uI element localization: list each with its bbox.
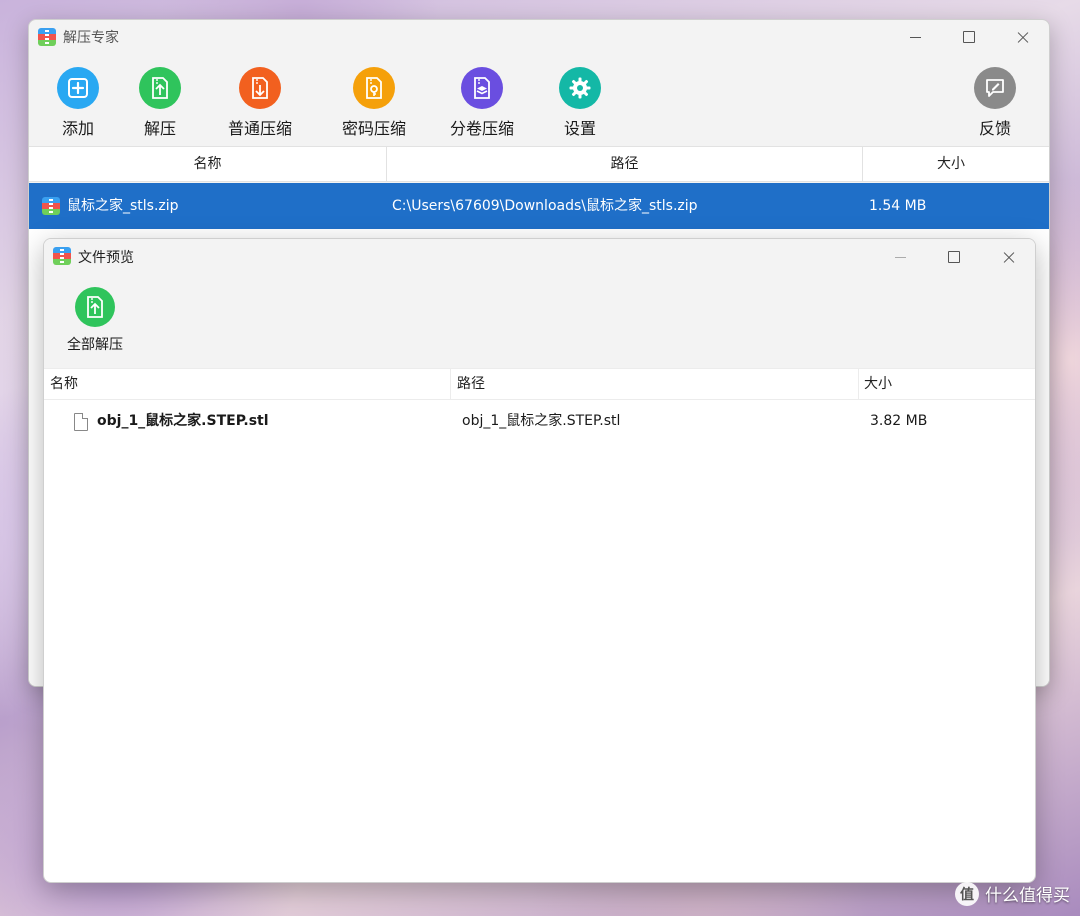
preview-titlebar[interactable]: 文件预览 — [44, 239, 1035, 275]
split-compress-label: 分卷压缩 — [450, 119, 515, 138]
extract-all-label: 全部解压 — [67, 337, 123, 353]
entry-name: obj_1_鼠标之家.STEP.stl — [97, 413, 269, 429]
feedback-button[interactable]: 反馈 — [974, 67, 1016, 139]
extract-all-button[interactable]: 全部解压 — [67, 287, 123, 354]
main-titlebar[interactable]: 解压专家 — [29, 20, 1049, 54]
entry-path: obj_1_鼠标之家.STEP.stl — [462, 413, 621, 429]
settings-button[interactable]: 设置 — [559, 67, 601, 139]
main-toolbar: 添加 解压 普通压缩 密码压缩 分卷压缩 设置 反馈 — [29, 54, 1049, 146]
maximize-button[interactable] — [946, 20, 992, 54]
file-icon — [74, 413, 88, 431]
password-compress-icon — [353, 67, 395, 109]
column-header-size[interactable]: 大小 — [864, 369, 892, 400]
main-table-header: 名称 路径 大小 — [29, 146, 1049, 182]
preview-window: 文件预览 全部解压 名称 路径 大小 obj_1_鼠标之家.STEP.stl o… — [43, 238, 1036, 883]
normal-compress-button[interactable]: 普通压缩 — [228, 67, 292, 139]
watermark-logo-icon: 值 — [955, 881, 979, 906]
file-name: 鼠标之家_stls.zip — [67, 198, 179, 214]
file-size: 1.54 MB — [869, 198, 927, 214]
column-header-name[interactable]: 名称 — [29, 147, 386, 181]
extract-button[interactable]: 解压 — [139, 67, 181, 139]
close-button[interactable] — [1000, 20, 1046, 54]
minimize-button[interactable] — [877, 239, 923, 275]
add-button[interactable]: 添加 — [57, 67, 99, 139]
extract-label: 解压 — [143, 119, 176, 138]
minimize-button[interactable] — [892, 20, 938, 54]
watermark: 值 什么值得买 — [955, 881, 1070, 906]
main-window-title: 解压专家 — [63, 30, 119, 46]
compress-icon — [239, 67, 281, 109]
preview-table-header: 名称 路径 大小 — [44, 368, 1035, 400]
table-row[interactable]: obj_1_鼠标之家.STEP.stl obj_1_鼠标之家.STEP.stl … — [44, 401, 1035, 441]
column-header-path[interactable]: 路径 — [387, 147, 862, 181]
table-row[interactable]: 鼠标之家_stls.zip C:\Users\67609\Downloads\鼠… — [29, 183, 1049, 229]
entry-size: 3.82 MB — [870, 413, 928, 429]
app-logo-icon — [53, 247, 71, 265]
column-header-size[interactable]: 大小 — [863, 147, 1039, 181]
password-compress-label: 密码压缩 — [342, 119, 407, 138]
app-logo-icon — [38, 28, 56, 46]
extract-all-icon — [75, 287, 115, 327]
split-compress-icon — [461, 67, 503, 109]
preview-window-title: 文件预览 — [78, 250, 134, 266]
normal-compress-label: 普通压缩 — [228, 119, 293, 138]
feedback-icon — [974, 67, 1016, 109]
file-path: C:\Users\67609\Downloads\鼠标之家_stls.zip — [392, 198, 698, 214]
maximize-button[interactable] — [931, 239, 977, 275]
column-header-path[interactable]: 路径 — [457, 369, 485, 400]
watermark-text: 什么值得买 — [985, 886, 1070, 906]
gear-icon — [559, 67, 601, 109]
preview-toolbar: 全部解压 — [44, 275, 1035, 368]
zip-file-icon — [42, 197, 60, 215]
split-compress-button[interactable]: 分卷压缩 — [450, 67, 514, 139]
column-header-name[interactable]: 名称 — [50, 369, 78, 400]
add-label: 添加 — [61, 119, 94, 138]
add-icon — [57, 67, 99, 109]
feedback-label: 反馈 — [978, 119, 1011, 138]
extract-icon — [139, 67, 181, 109]
password-compress-button[interactable]: 密码压缩 — [342, 67, 406, 139]
close-button[interactable] — [986, 239, 1032, 275]
settings-label: 设置 — [563, 119, 596, 138]
